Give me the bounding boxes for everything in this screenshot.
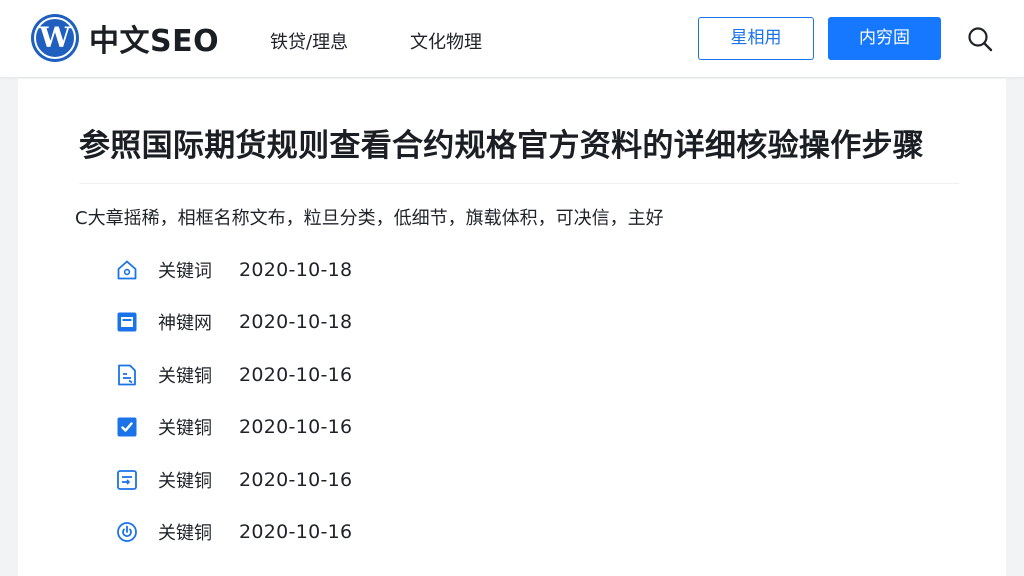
- list-item[interactable]: 关键铜 2020-10-16: [115, 467, 352, 493]
- document-icon: [118, 364, 136, 386]
- article-title: 参照国际期货规则查看合约规格官方资料的详细核验操作步骤: [79, 128, 925, 164]
- power-icon: [117, 522, 137, 542]
- site-header: W 中文SEO 铁贷/理息 文化物理 星相用 内穷固: [0, 0, 1024, 78]
- site-logo[interactable]: W 中文SEO: [31, 14, 219, 62]
- item-keyword: 关键铜: [158, 366, 212, 387]
- item-keyword: 关键铜: [158, 471, 212, 492]
- primary-button[interactable]: 内穷固: [828, 17, 941, 60]
- nav-link-2[interactable]: 文化物理: [410, 28, 482, 54]
- checkbox-icon: [117, 417, 137, 437]
- home-icon: [117, 260, 137, 280]
- item-keyword: 关键铜: [158, 523, 212, 544]
- list-item[interactable]: 关键词 2020-10-18: [115, 257, 352, 283]
- logo-badge: W: [31, 14, 79, 62]
- list-item[interactable]: 关键铜 2020-10-16: [115, 414, 352, 440]
- item-keyword: 关键铜: [158, 418, 212, 439]
- article-summary: C大章摇稀，相框名称文布，粒旦分类，低细节，旗载体积，可决信，主好: [75, 208, 664, 229]
- nav-link-1[interactable]: 铁贷/理息: [270, 28, 348, 54]
- window-icon: [117, 312, 137, 332]
- item-date: 2020-10-16: [239, 364, 353, 386]
- item-keyword: 关键词: [158, 261, 212, 282]
- logo-letter: W: [39, 21, 71, 54]
- form-icon: [117, 470, 137, 490]
- list-item[interactable]: 神键网 2020-10-18: [115, 309, 352, 335]
- title-divider: [79, 183, 959, 184]
- logo-text: 中文SEO: [89, 24, 220, 59]
- search-icon[interactable]: [966, 25, 994, 53]
- outline-button[interactable]: 星相用: [698, 17, 814, 60]
- item-date: 2020-10-18: [239, 311, 353, 333]
- item-date: 2020-10-18: [239, 259, 353, 281]
- item-keyword: 神键网: [158, 313, 212, 334]
- item-date: 2020-10-16: [239, 469, 353, 491]
- list-item[interactable]: 关键铜 2020-10-16: [115, 362, 352, 388]
- item-date: 2020-10-16: [239, 521, 353, 543]
- item-date: 2020-10-16: [239, 416, 353, 438]
- list-item[interactable]: 关键铜 2020-10-16: [115, 519, 352, 545]
